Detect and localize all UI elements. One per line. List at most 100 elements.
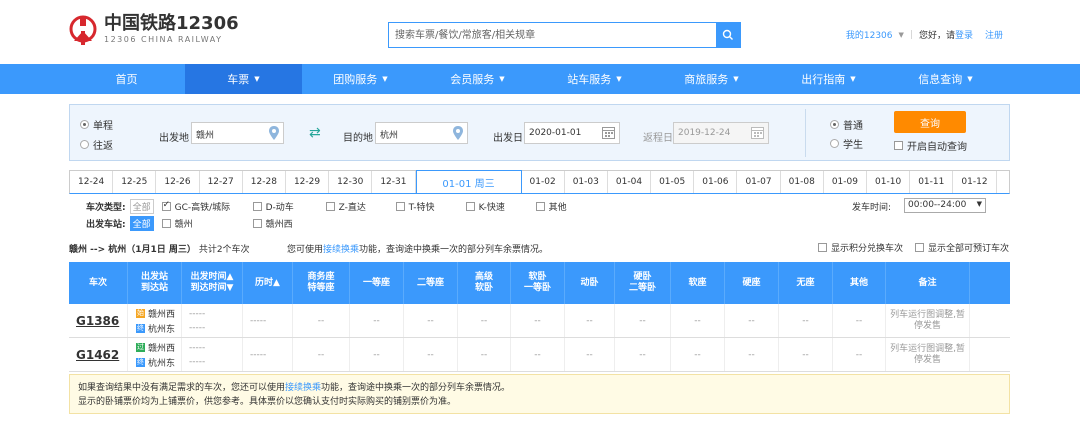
date-tab[interactable]: 01-02	[522, 171, 565, 193]
return-date-field[interactable]: 2019-12-24	[673, 122, 769, 144]
logo[interactable]: 中国铁路12306 12306 CHINA RAILWAY	[68, 14, 239, 46]
notice-box: 如果查询结果中没有满足需求的车次，您还可以使用接续换乘功能，查询途中换乘一次的部…	[69, 374, 1010, 414]
nav-item-6[interactable]: 出行指南 ▼	[770, 64, 887, 94]
station-tag-badge: 终	[136, 357, 145, 367]
logo-title: 中国铁路12306	[104, 13, 239, 34]
column-header: 无座	[779, 262, 833, 304]
duration-cell: -----	[243, 304, 293, 337]
column-header[interactable]: 出发时间▲ 到达时间▼	[182, 262, 243, 304]
register-link[interactable]: 注册	[985, 28, 1003, 41]
chevron-down-icon: ▼	[850, 75, 856, 83]
date-tab[interactable]: 12-24	[70, 171, 114, 193]
depart-time-select[interactable]: 00:00--24:00 ▼	[904, 198, 986, 213]
round-trip-radio[interactable]: 往返	[80, 137, 113, 152]
transfer-hint: 您可使用接续换乘功能，查询途中换乘一次的部分列车余票情况。	[287, 245, 549, 255]
railway-logo-icon	[68, 14, 98, 46]
station-tag-badge: 终	[136, 323, 145, 333]
to-label: 目的地	[343, 133, 373, 144]
my-account-link[interactable]: 我的12306	[846, 28, 893, 41]
transfer-link[interactable]: 接续换乘	[285, 383, 321, 393]
date-tab[interactable]: 01-04	[608, 171, 652, 193]
depart-value: 2020-01-01	[529, 128, 582, 138]
query-button[interactable]: 查询	[894, 111, 966, 133]
seat-cell: --	[511, 338, 565, 371]
date-tab[interactable]: 01-06	[694, 171, 738, 193]
one-way-radio[interactable]: 单程	[80, 117, 113, 132]
train-type-option[interactable]: 其他	[535, 200, 606, 213]
train-type-filter: 车次类型: 全部 GC-高铁/城际D-动车Z-直达T-特快K-快速其他	[86, 199, 606, 214]
station-option[interactable]: 赣州西	[252, 217, 344, 230]
query-panel: 单程 往返 出发地 赣州 ⇄ 目的地 杭州 出发日 2020-01-01 返程日…	[69, 104, 1010, 161]
date-tab[interactable]: 01-10	[867, 171, 911, 193]
depart-date-field[interactable]: 2020-01-01	[524, 122, 620, 144]
date-tab[interactable]: 01-01 周三	[415, 170, 522, 193]
column-header: 商务座 特等座	[293, 262, 350, 304]
date-tab[interactable]: 12-31	[372, 171, 416, 193]
chevron-down-icon: ▼	[967, 75, 973, 83]
date-tab[interactable]: 12-26	[156, 171, 200, 193]
nav-item-3[interactable]: 会员服务 ▼	[419, 64, 536, 94]
from-station: 赣州西	[148, 343, 176, 354]
search-button[interactable]	[716, 23, 740, 47]
seat-cell: --	[293, 338, 350, 371]
train-number-link[interactable]: G1462	[69, 338, 128, 371]
nav-item-0[interactable]: 首页	[68, 64, 185, 94]
train-type-option[interactable]: D-动车	[252, 200, 326, 213]
date-tab[interactable]: 12-30	[329, 171, 373, 193]
date-tabs: 12-24 12-25 12-26 12-27 12-28 12-29 12-30 12-31…	[69, 170, 1010, 194]
divider: |	[909, 29, 913, 40]
date-tab[interactable]: 01-08	[781, 171, 824, 193]
date-tab[interactable]: 12-27	[200, 171, 243, 193]
train-type-option[interactable]: K-快速	[465, 200, 536, 213]
train-type-option[interactable]: Z-直达	[325, 200, 396, 213]
auto-query-checkbox[interactable]: 开启自动查询	[894, 138, 967, 153]
remark-cell: 列车运行图调整,暂停发售	[886, 304, 970, 337]
stations-cell: 始赣州西终杭州东	[128, 304, 182, 337]
column-header[interactable]: 历时▲	[243, 262, 293, 304]
column-header: 其他	[833, 262, 886, 304]
swap-stations-icon[interactable]: ⇄	[309, 125, 321, 141]
student-ticket-radio[interactable]: 学生	[830, 136, 863, 151]
times-cell: ----- -----	[182, 338, 243, 371]
nav-item-4[interactable]: 站车服务 ▼	[536, 64, 653, 94]
duration-cell: -----	[243, 338, 293, 371]
from-station: 赣州西	[148, 309, 176, 320]
station-all-button[interactable]: 全部	[129, 216, 154, 231]
column-header: 车次	[69, 262, 128, 304]
from-field[interactable]: 赣州	[191, 122, 284, 144]
chevron-down-icon: ▼	[733, 75, 739, 83]
display-options: 显示积分兑换车次 显示全部可预订车次	[817, 241, 1009, 254]
date-tab[interactable]: 01-07	[737, 171, 781, 193]
search-input[interactable]	[389, 23, 716, 47]
login-link[interactable]: 登录	[955, 28, 973, 41]
return-label: 返程日	[643, 133, 673, 144]
train-number-link[interactable]: G1386	[69, 304, 128, 337]
date-tab[interactable]: 01-05	[651, 171, 695, 193]
nav-item-7[interactable]: 信息查询 ▼	[887, 64, 1004, 94]
date-tab[interactable]: 01-12	[953, 171, 997, 193]
date-tab[interactable]: 01-11	[910, 171, 954, 193]
station-option[interactable]: 赣州	[161, 217, 253, 230]
train-type-all-button[interactable]: 全部	[129, 199, 154, 214]
column-header: 软座	[671, 262, 725, 304]
nav-item-1[interactable]: 车票 ▼	[185, 64, 302, 94]
column-header: 二等座	[404, 262, 458, 304]
to-field[interactable]: 杭州	[375, 122, 468, 144]
date-tab[interactable]: 01-03	[565, 171, 608, 193]
date-tab[interactable]: 01-09	[824, 171, 867, 193]
show-points-checkbox[interactable]: 显示积分兑换车次	[817, 241, 903, 254]
train-type-option[interactable]: GC-高铁/城际	[161, 200, 253, 213]
nav-item-5[interactable]: 商旅服务 ▼	[653, 64, 770, 94]
transfer-link[interactable]: 接续换乘	[323, 245, 359, 255]
date-tab[interactable]: 12-29	[286, 171, 330, 193]
train-type-option[interactable]: T-特快	[395, 200, 466, 213]
column-header: 硬卧 二等卧	[615, 262, 671, 304]
date-tab[interactable]: 12-28	[243, 171, 286, 193]
seat-cell: --	[615, 304, 671, 337]
show-all-checkbox[interactable]: 显示全部可预订车次	[914, 241, 1009, 254]
seat-cell: --	[671, 338, 725, 371]
date-tab[interactable]: 12-25	[113, 171, 157, 193]
chevron-down-icon: ▼	[898, 30, 904, 39]
normal-ticket-radio[interactable]: 普通	[830, 117, 863, 132]
nav-item-2[interactable]: 团购服务 ▼	[302, 64, 419, 94]
